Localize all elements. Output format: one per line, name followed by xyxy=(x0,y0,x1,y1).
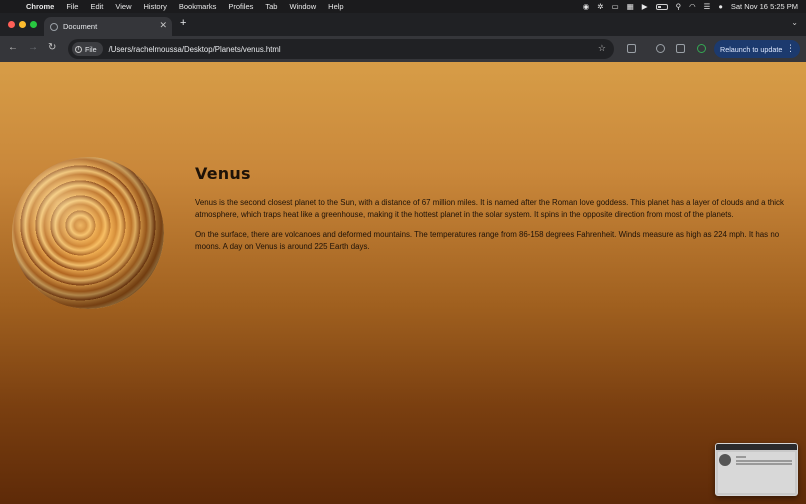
wifi-icon[interactable]: ◠ xyxy=(689,2,696,11)
url-text[interactable]: /Users/rachelmoussa/Desktop/Planets/venu… xyxy=(109,45,281,54)
thumbnail-titlebar xyxy=(716,444,797,450)
relaunch-to-update-button[interactable]: Relaunch to update ⋮ xyxy=(714,40,800,58)
tab-search-chevron-icon[interactable]: ⌄ xyxy=(791,18,798,27)
reload-icon[interactable]: ↻ xyxy=(48,42,56,53)
browser-toolbar: ← → ↻ i File /Users/rachelmoussa/Desktop… xyxy=(0,36,806,62)
site-info-chip[interactable]: i File xyxy=(72,42,103,56)
menu-profiles[interactable]: Profiles xyxy=(222,2,259,11)
new-tab-icon[interactable]: + xyxy=(180,17,186,29)
tab-document[interactable]: Document ✕ xyxy=(44,17,172,36)
page-title: Venus xyxy=(195,164,251,183)
address-bar[interactable]: i File /Users/rachelmoussa/Desktop/Plane… xyxy=(68,39,614,59)
paragraph-2: On the surface, there are volcanoes and … xyxy=(195,230,780,251)
screenshot-thumbnail[interactable] xyxy=(715,443,798,496)
display-icon[interactable]: ▭ xyxy=(612,2,619,11)
extension-icon[interactable] xyxy=(656,44,665,53)
reading-list-icon[interactable] xyxy=(676,44,685,53)
control-center-icon[interactable]: ☰ xyxy=(704,2,711,11)
macos-menu-bar: Chrome File Edit View History Bookmarks … xyxy=(0,0,806,13)
menu-app-chrome[interactable]: Chrome xyxy=(20,2,60,11)
menu-file[interactable]: File xyxy=(60,2,84,11)
bookmark-star-icon[interactable]: ☆ xyxy=(598,43,606,54)
info-icon: i xyxy=(75,45,82,53)
siri-icon[interactable]: ● xyxy=(718,2,723,11)
play-icon[interactable]: ▶ xyxy=(642,2,648,11)
menu-window[interactable]: Window xyxy=(283,2,322,11)
back-arrow-icon[interactable]: ← xyxy=(8,42,18,53)
profile-avatar-icon[interactable] xyxy=(697,44,706,53)
keyboard-icon[interactable]: ▦ xyxy=(627,2,634,11)
paragraph-1: Venus is the second closest planet to th… xyxy=(195,198,784,219)
minimize-window-button[interactable] xyxy=(19,21,26,28)
globe-icon xyxy=(50,22,58,31)
grammarly-icon[interactable]: ◉ xyxy=(583,2,590,11)
relaunch-label: Relaunch to update xyxy=(720,44,783,54)
tab-title: Document xyxy=(63,22,98,31)
thumbnail-line xyxy=(736,456,746,458)
menu-tab[interactable]: Tab xyxy=(259,2,283,11)
close-window-button[interactable] xyxy=(8,21,15,28)
settings-gear-icon[interactable]: ✲ xyxy=(597,2,603,11)
menu-help[interactable]: Help xyxy=(322,2,349,11)
thumbnail-planet xyxy=(719,454,731,466)
zoom-window-button[interactable] xyxy=(30,21,37,28)
browser-tab-strip: Document ✕ + ⌄ xyxy=(0,13,806,36)
more-options-icon[interactable]: ⋮ xyxy=(786,43,795,54)
menu-history[interactable]: History xyxy=(138,2,173,11)
menu-edit[interactable]: Edit xyxy=(84,2,109,11)
menu-bookmarks[interactable]: Bookmarks xyxy=(173,2,223,11)
menu-bar-clock[interactable]: Sat Nov 16 5:25 PM xyxy=(731,2,798,11)
thumbnail-line xyxy=(736,463,792,465)
menu-bar-status-area: ◉ ✲ ▭ ▦ ▶ ⚲ ◠ ☰ ● Sat Nov 16 5:25 PM xyxy=(583,0,798,13)
web-page-content: Venus Venus is the second closest planet… xyxy=(0,62,806,504)
article: Venus Venus is the second closest planet… xyxy=(195,164,795,261)
forward-arrow-icon[interactable]: → xyxy=(28,42,38,53)
thumbnail-line xyxy=(736,460,792,462)
menu-view[interactable]: View xyxy=(109,2,137,11)
battery-icon[interactable] xyxy=(655,3,668,10)
close-tab-icon[interactable]: ✕ xyxy=(159,20,167,31)
site-chip-label: File xyxy=(85,44,97,54)
search-icon[interactable]: ⚲ xyxy=(676,2,682,11)
venus-image xyxy=(12,157,164,309)
window-controls xyxy=(8,21,37,28)
extensions-puzzle-icon[interactable] xyxy=(627,44,636,53)
